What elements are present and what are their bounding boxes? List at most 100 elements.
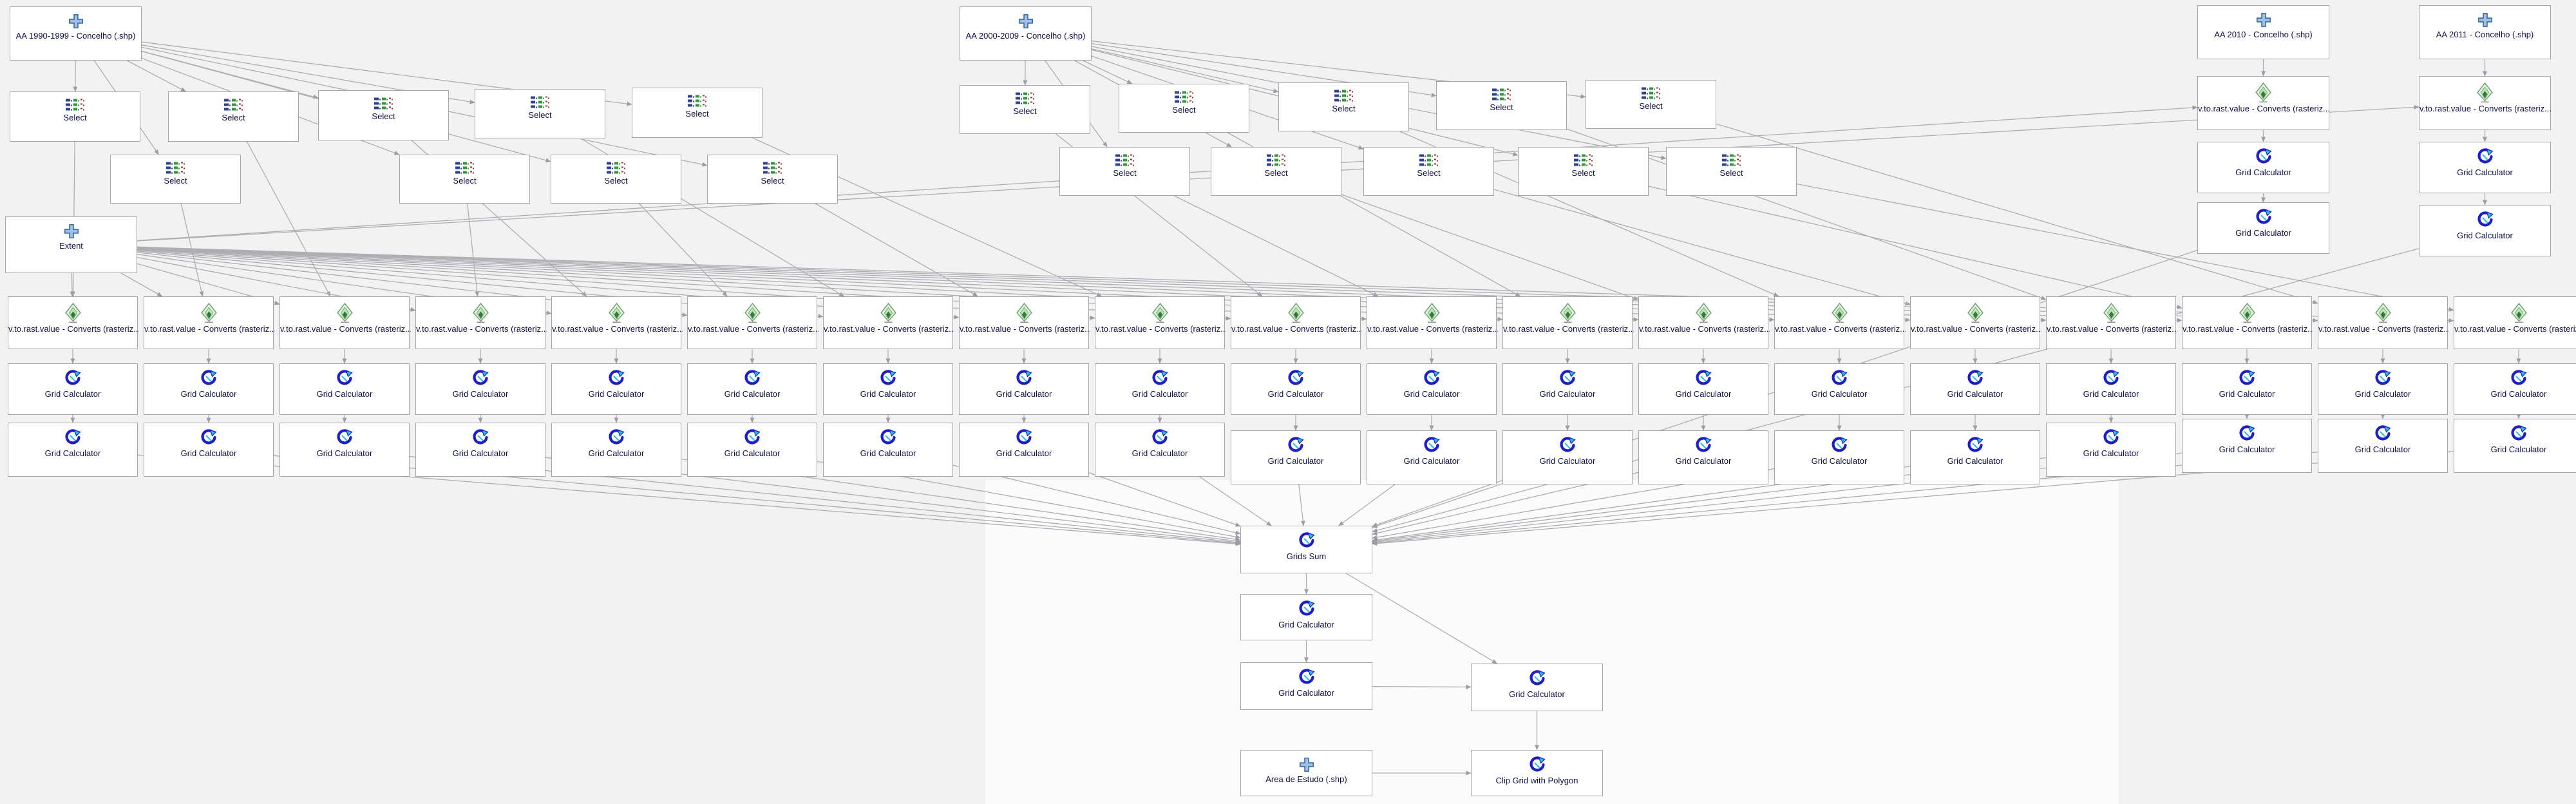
grid-calculator-node[interactable]: Grid Calculator [2197, 142, 2329, 193]
vtorast-node[interactable]: v.to.rast.value - Converts (rasteriz... [279, 296, 410, 349]
grid-calculator-node[interactable]: Grid Calculator [415, 423, 545, 477]
vtorast-node[interactable]: v.to.rast.value - Converts (rasteriz... [8, 296, 138, 349]
grid-calculator-node[interactable]: Grid Calculator [144, 363, 274, 415]
select-node[interactable]: Select [551, 155, 681, 204]
grid-calculator-node[interactable]: Grid Calculator [1367, 430, 1497, 484]
vtorast-node[interactable]: v.to.rast.value - Converts (rasteriz... [959, 296, 1089, 349]
select-node[interactable]: Select [1211, 147, 1341, 196]
vtorast-node[interactable]: v.to.rast.value - Converts (rasteriz... [1774, 296, 1904, 349]
select-node[interactable]: Select [399, 155, 530, 204]
vtorast-node[interactable]: v.to.rast.value - Converts (rasteriz... [2197, 76, 2329, 130]
vtorast-node[interactable]: v.to.rast.value - Converts (rasteriz... [2046, 296, 2176, 349]
grid-calculator-node[interactable]: Grid Calculator [687, 363, 817, 415]
select-node[interactable]: Select [318, 90, 449, 140]
select-node[interactable]: Select [168, 91, 299, 142]
vtorast-node[interactable]: v.to.rast.value - Converts (rasteriz... [1638, 296, 1768, 349]
grid-calculator-node[interactable]: Grid Calculator [279, 363, 410, 415]
select-node[interactable]: Select [1436, 81, 1567, 130]
grid-calculator-node[interactable]: Grid Calculator [1638, 430, 1768, 484]
vtorast-node[interactable]: v.to.rast.value - Converts (rasteriz... [1502, 296, 1633, 349]
select-node[interactable]: Select [10, 91, 140, 142]
grid-calculator-node[interactable]: Grid Calculator [1502, 430, 1633, 484]
select-node[interactable]: Select [1119, 84, 1249, 133]
select-node[interactable]: Select [110, 155, 241, 204]
vtorast-node[interactable]: v.to.rast.value - Converts (rasteriz... [2454, 296, 2576, 349]
saga-module-icon [607, 429, 625, 447]
select-node[interactable]: Select [1666, 147, 1797, 196]
input-node-aa-2000-2009[interactable]: AA 2000-2009 - Concelho (.shp) [960, 6, 1092, 61]
model-canvas[interactable]: AA 1990-1999 - Concelho (.shp) AA 2000-20… [0, 0, 2576, 804]
vtorast-node[interactable]: v.to.rast.value - Converts (rasteriz... [1095, 296, 1225, 349]
saga-module-icon [2102, 429, 2120, 447]
vtorast-node[interactable]: v.to.rast.value - Converts (rasteriz... [687, 296, 817, 349]
input-node-extent[interactable]: Extent [5, 216, 137, 273]
grid-calculator-node[interactable]: Grid Calculator [1240, 662, 1372, 710]
grid-calculator-node[interactable]: Grid Calculator [959, 363, 1089, 415]
grid-calculator-node[interactable]: Grid Calculator [8, 363, 138, 415]
grid-calculator-node[interactable]: Grid Calculator [144, 423, 274, 477]
grid-calculator-node[interactable]: Grid Calculator [551, 363, 681, 415]
select-node[interactable]: Select [960, 85, 1090, 134]
grid-calculator-node[interactable]: Grid Calculator [279, 423, 410, 477]
vtorast-node[interactable]: v.to.rast.value - Converts (rasteriz... [551, 296, 681, 349]
grid-calculator-node[interactable]: Grid Calculator [1240, 594, 1372, 640]
grid-calculator-node[interactable]: Grid Calculator [1367, 363, 1497, 415]
grid-calculator-node[interactable]: Grid Calculator [823, 423, 953, 477]
grid-calculator-node[interactable]: Grid Calculator [1638, 363, 1768, 415]
vtorast-node[interactable]: v.to.rast.value - Converts (rasteriz... [1367, 296, 1497, 349]
vtorast-node[interactable]: v.to.rast.value - Converts (rasteriz... [2318, 296, 2448, 349]
grid-calculator-node[interactable]: Grid Calculator [8, 423, 138, 477]
grid-calculator-node[interactable]: Grid Calculator [1471, 664, 1603, 711]
grid-calculator-node[interactable]: Grid Calculator [2046, 363, 2176, 415]
input-node-aa-2011[interactable]: AA 2011 - Concelho (.shp) [2419, 5, 2551, 59]
grid-calculator-node[interactable]: Grid Calculator [1774, 430, 1904, 484]
vtorast-node[interactable]: v.to.rast.value - Converts (rasteriz... [823, 296, 953, 349]
input-node-aa-2010[interactable]: AA 2010 - Concelho (.shp) [2197, 5, 2329, 59]
grid-calculator-node[interactable]: Grid Calculator [1910, 363, 2040, 415]
vtorast-node[interactable]: v.to.rast.value - Converts (rasteriz... [415, 296, 545, 349]
grid-calculator-node[interactable]: Grid Calculator [415, 363, 545, 415]
vtorast-node[interactable]: v.to.rast.value - Converts (rasteriz... [1910, 296, 2040, 349]
select-node[interactable]: Select [632, 88, 762, 138]
grid-calculator-node[interactable]: Grid Calculator [2318, 419, 2448, 473]
vtorast-node[interactable]: v.to.rast.value - Converts (rasteriz... [1231, 296, 1361, 349]
input-node-area-de-estudo[interactable]: Area de Estudo (.shp) [1240, 750, 1372, 796]
select-node[interactable]: Select [1586, 80, 1716, 129]
grid-calculator-node[interactable]: Grid Calculator [1231, 430, 1361, 484]
grid-calculator-node[interactable]: Grid Calculator [2419, 205, 2551, 256]
grids-sum-node[interactable]: Grids Sum [1240, 526, 1372, 573]
select-node[interactable]: Select [1059, 147, 1190, 196]
grid-calculator-node[interactable]: Grid Calculator [2046, 423, 2176, 477]
vtorast-node[interactable]: v.to.rast.value - Converts (rasteriz... [144, 296, 274, 349]
grid-calculator-node[interactable]: Grid Calculator [959, 423, 1089, 477]
node-label: Grid Calculator [2233, 229, 2293, 238]
vtorast-node[interactable]: v.to.rast.value - Converts (rasteriz... [2182, 296, 2312, 349]
select-node[interactable]: Select [1278, 82, 1409, 131]
grid-calculator-node[interactable]: Grid Calculator [2182, 419, 2312, 473]
grid-calculator-node[interactable]: Grid Calculator [687, 423, 817, 477]
select-node[interactable]: Select [1363, 147, 1494, 196]
grid-calculator-node[interactable]: Grid Calculator [1095, 423, 1225, 477]
grid-calculator-node[interactable]: Grid Calculator [2318, 363, 2448, 415]
grid-calculator-node[interactable]: Grid Calculator [1910, 430, 2040, 484]
select-node[interactable]: Select [707, 155, 838, 204]
grid-calculator-node[interactable]: Grid Calculator [2182, 363, 2312, 415]
input-node-aa-1990-1999[interactable]: AA 1990-1999 - Concelho (.shp) [10, 6, 142, 61]
grass-vtorast-icon [2510, 303, 2528, 323]
grid-calculator-node[interactable]: Grid Calculator [1774, 363, 1904, 415]
select-node[interactable]: Select [475, 89, 605, 139]
select-icon [1419, 153, 1439, 167]
grid-calculator-node[interactable]: Grid Calculator [1502, 363, 1633, 415]
grid-calculator-node[interactable]: Grid Calculator [1095, 363, 1225, 415]
grid-calculator-node[interactable]: Grid Calculator [823, 363, 953, 415]
clip-grid-node[interactable]: Clip Grid with Polygon [1471, 750, 1603, 796]
node-label: Grid Calculator [2455, 231, 2515, 241]
grid-calculator-node[interactable]: Grid Calculator [1231, 363, 1361, 415]
vtorast-node[interactable]: v.to.rast.value - Converts (rasteriz... [2419, 76, 2551, 130]
grid-calculator-node[interactable]: Grid Calculator [2454, 419, 2576, 473]
grid-calculator-node[interactable]: Grid Calculator [2419, 142, 2551, 193]
grid-calculator-node[interactable]: Grid Calculator [551, 423, 681, 477]
grid-calculator-node[interactable]: Grid Calculator [2454, 363, 2576, 415]
grid-calculator-node[interactable]: Grid Calculator [2197, 202, 2329, 254]
select-node[interactable]: Select [1518, 147, 1649, 196]
